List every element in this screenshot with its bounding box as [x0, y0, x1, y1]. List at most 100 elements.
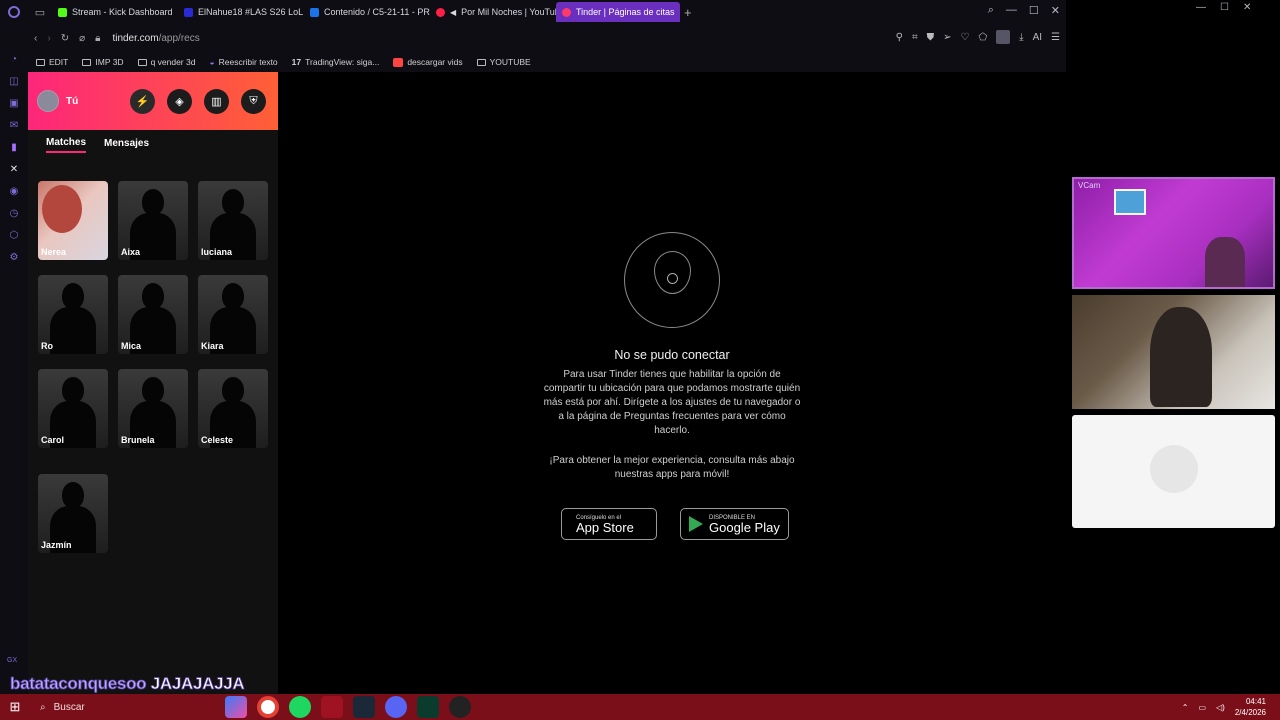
- match-name: Celeste: [201, 435, 234, 445]
- folder-icon: [137, 58, 147, 66]
- close-button[interactable]: ✕: [1243, 2, 1251, 13]
- tab-youtube[interactable]: ◀ Por Mil Noches | YouTube: [430, 2, 556, 22]
- reload-icon[interactable]: ↻: [61, 33, 69, 44]
- search-icon: ⌕: [40, 701, 46, 713]
- tab-elnahue[interactable]: ElNahue18 #LAS S26 LoL: [178, 2, 304, 22]
- history-icon[interactable]: ◷: [7, 206, 21, 220]
- send-icon[interactable]: ➢: [943, 32, 951, 43]
- match-card[interactable]: Kiara: [198, 275, 268, 354]
- tray-chevron-icon[interactable]: ⌃: [1182, 703, 1189, 712]
- app-store-text: Consíguelo en el App Store: [576, 515, 634, 534]
- obs-icon[interactable]: [449, 696, 471, 718]
- url-field[interactable]: tinder.com/app/recs: [112, 33, 199, 44]
- match-photo: [42, 185, 82, 233]
- close-button[interactable]: ✕: [1051, 4, 1060, 17]
- shield-icon[interactable]: ⛊: [927, 32, 935, 43]
- twitch-icon[interactable]: ▮: [7, 140, 21, 154]
- bookmark-reescribir[interactable]: ◒ Reescribir texto: [209, 57, 277, 67]
- heart-icon[interactable]: ♡: [960, 32, 969, 43]
- search-tabs-icon[interactable]: ⌕: [988, 4, 994, 17]
- steam-icon[interactable]: [353, 696, 375, 718]
- maximize-button[interactable]: ☐: [1029, 4, 1039, 17]
- streamer-figure: [1150, 307, 1212, 407]
- copilot-icon[interactable]: [225, 696, 247, 718]
- minimize-button[interactable]: —: [1006, 4, 1017, 17]
- bookmark-qvender3d[interactable]: q vender 3d: [137, 57, 195, 67]
- kick-favicon-icon: [58, 7, 67, 17]
- profile-name[interactable]: Tú: [66, 96, 78, 107]
- back-arrow-icon[interactable]: ‹: [34, 33, 37, 44]
- new-tab-button[interactable]: +: [684, 5, 692, 20]
- aria-icon[interactable]: ◔: [7, 52, 21, 66]
- maximize-button[interactable]: ☐: [1220, 2, 1229, 13]
- match-card[interactable]: Nerea: [38, 181, 108, 260]
- match-card[interactable]: Jazmín: [38, 474, 108, 553]
- volume-icon[interactable]: ◁): [1216, 703, 1225, 712]
- download-icon[interactable]: ⤓: [1019, 32, 1023, 43]
- messenger-icon[interactable]: ✉: [7, 118, 21, 132]
- tab-menu-icon[interactable]: ▭: [28, 0, 52, 24]
- bookmark-youtube[interactable]: YOUTUBE: [476, 57, 531, 67]
- silhouette-head: [62, 377, 84, 403]
- minimize-button[interactable]: —: [1196, 2, 1206, 13]
- google-play-text: DISPONIBLE EN Google Play: [709, 515, 780, 534]
- bookmark-label: IMP 3D: [95, 57, 124, 67]
- safety-shield-icon[interactable]: ⛨: [241, 89, 266, 114]
- bookmark-edit[interactable]: EDIT: [36, 57, 68, 67]
- speaker-icon[interactable]: ◀: [450, 8, 456, 17]
- menu-icon[interactable]: ☰: [1051, 32, 1060, 43]
- error-title: No se pudo conectar: [614, 348, 730, 362]
- webcam-vcam: VCam: [1072, 177, 1275, 289]
- vpn-icon[interactable]: ⌀: [79, 33, 85, 44]
- profile-avatar[interactable]: [996, 30, 1011, 44]
- google-play-icon: [689, 516, 703, 532]
- explore-compass-icon[interactable]: ◈: [167, 89, 192, 114]
- clock[interactable]: 04:41 2/4/2026: [1235, 696, 1266, 718]
- flow-icon[interactable]: ◫: [7, 74, 21, 88]
- gx-control-icon[interactable]: ▣: [7, 96, 21, 110]
- tab-kick[interactable]: Stream - Kick Dashboard: [52, 2, 178, 22]
- boost-lightning-icon[interactable]: ⚡: [130, 89, 155, 114]
- bookmark-imp3d[interactable]: IMP 3D: [82, 57, 124, 67]
- snapshot-icon[interactable]: ⌗: [912, 32, 918, 43]
- league-icon[interactable]: [417, 696, 439, 718]
- network-icon[interactable]: ▭: [1198, 703, 1206, 712]
- browser-sidebar: ◔ ◫ ▣ ✉ ▮ ✕ ◉ ◷ ⬡ ⚙ GX: [0, 24, 28, 694]
- tab-messages[interactable]: Mensajes: [104, 138, 149, 152]
- profile-avatar[interactable]: [37, 90, 59, 112]
- google-play-big: Google Play: [709, 519, 780, 535]
- forward-arrow-icon[interactable]: ›: [47, 33, 50, 44]
- match-card[interactable]: Celeste: [198, 369, 268, 448]
- ai-button[interactable]: AI: [1033, 32, 1042, 43]
- match-card[interactable]: Aixa: [118, 181, 188, 260]
- chrome-icon[interactable]: [257, 696, 279, 718]
- opera-gx-icon[interactable]: [321, 696, 343, 718]
- app-store-button[interactable]: Consíguelo en el App Store: [561, 508, 657, 540]
- tab-favicon-icon: [184, 7, 193, 17]
- extensions-icon[interactable]: ⬡: [7, 228, 21, 242]
- match-card[interactable]: luciana: [198, 181, 268, 260]
- opera-logo-icon[interactable]: [0, 0, 28, 24]
- taskbar-search[interactable]: ⌕ Buscar: [30, 694, 220, 720]
- system-tray: ⌃ ▭ ◁) 04:41 2/4/2026: [1182, 696, 1266, 718]
- match-card[interactable]: Carol: [38, 369, 108, 448]
- bookmark-descargar[interactable]: descargar vids: [393, 57, 463, 67]
- match-card[interactable]: Mica: [118, 275, 188, 354]
- spotify-icon[interactable]: [289, 696, 311, 718]
- pin-icon[interactable]: ⚲: [896, 32, 903, 43]
- folder-icon: [476, 58, 486, 66]
- settings-gear-icon[interactable]: ⚙: [7, 250, 21, 264]
- match-card[interactable]: Brunela: [118, 369, 188, 448]
- windows-start-icon[interactable]: ⊞: [0, 694, 30, 720]
- briefcase-icon[interactable]: ▥: [204, 89, 229, 114]
- bookmark-tradingview[interactable]: 17 TradingView: siga...: [292, 57, 380, 67]
- x-twitter-icon[interactable]: ✕: [7, 162, 21, 176]
- extensions-puzzle-icon[interactable]: ⬠: [978, 32, 987, 43]
- match-card[interactable]: Ro: [38, 275, 108, 354]
- player-icon[interactable]: ◉: [7, 184, 21, 198]
- tab-tinder[interactable]: Tinder | Páginas de citas: [556, 2, 680, 22]
- google-play-button[interactable]: DISPONIBLE EN Google Play: [680, 508, 789, 540]
- tab-contenido[interactable]: Contenido / C5-21-11 - PR: [304, 2, 430, 22]
- discord-icon[interactable]: [385, 696, 407, 718]
- tab-matches[interactable]: Matches: [46, 137, 87, 153]
